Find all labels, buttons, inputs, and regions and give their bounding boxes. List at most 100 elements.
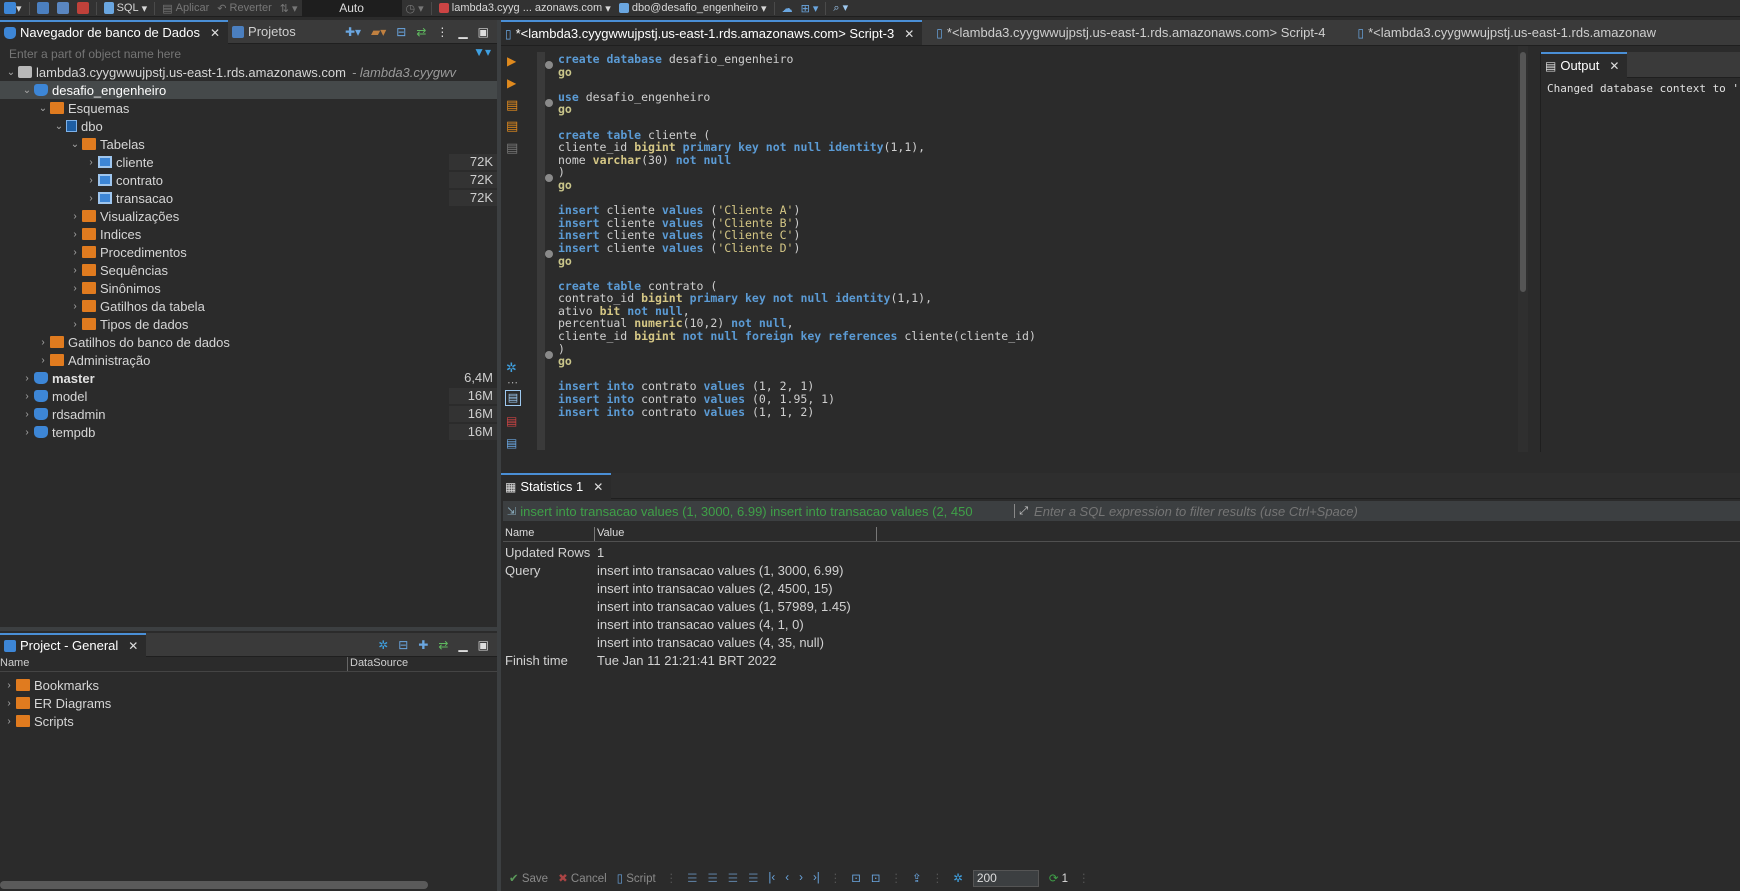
revert-button[interactable]: ↶ Reverter: [213, 0, 275, 16]
chevron-right-icon[interactable]: ›: [68, 229, 82, 240]
column-value-header[interactable]: Value: [595, 527, 877, 541]
tab-project-general[interactable]: Project - General ✕: [0, 632, 147, 657]
execute-new-tab-icon[interactable]: ▤: [506, 97, 518, 113]
close-icon[interactable]: ✕: [1609, 59, 1619, 73]
chevron-right-icon[interactable]: ›: [68, 247, 82, 258]
tree-node-gatilhos-banco[interactable]: › Gatilhos do banco de dados: [36, 333, 230, 351]
tree-node-desafio-engenheiro[interactable]: ⌄ desafio_engenheiro: [0, 81, 497, 99]
tree-node-esquemas[interactable]: ⌄ Esquemas: [36, 99, 130, 117]
connect-icon[interactable]: [33, 0, 53, 16]
configure-icon[interactable]: ✲: [378, 638, 388, 652]
problems-icon[interactable]: ▤: [506, 414, 517, 428]
maximize-icon[interactable]: ▣: [478, 638, 489, 652]
chevron-down-icon[interactable]: ⌄: [4, 67, 18, 78]
tree-node-cliente[interactable]: › cliente 72K: [84, 153, 497, 171]
tree-node-model[interactable]: › model 16M: [20, 387, 497, 405]
fetch-settings-icon[interactable]: ✲: [953, 871, 963, 885]
tree-node-sinonimos[interactable]: › Sinônimos: [68, 279, 160, 297]
column-datasource-header[interactable]: DataSource: [348, 657, 408, 671]
output-toggle-icon[interactable]: ▤: [505, 390, 521, 406]
tab-projects[interactable]: Projetos: [228, 20, 304, 44]
invalidate-icon[interactable]: [73, 0, 93, 16]
tab-database-navigator[interactable]: Navegador de banco de Dados ✕: [0, 19, 229, 44]
link-editor-icon[interactable]: ⇄: [438, 638, 448, 652]
expand-filter-icon[interactable]: ⤢: [1019, 505, 1028, 518]
horizontal-scrollbar[interactable]: [0, 881, 428, 889]
object-filter-input[interactable]: [0, 44, 470, 63]
chevron-right-icon[interactable]: ›: [68, 319, 82, 330]
maximize-icon[interactable]: ▣: [478, 25, 489, 39]
link-editor-icon[interactable]: ⇄: [416, 25, 426, 39]
minimize-icon[interactable]: ▁: [458, 638, 467, 652]
column-name-header[interactable]: Name: [0, 657, 348, 671]
collapse-all-icon[interactable]: ⊟: [398, 638, 408, 652]
tab-script-3[interactable]: ▯ *<lambda3.cyygwwujpstj.us-east-1.rds.a…: [501, 20, 923, 45]
sql-filter-icon[interactable]: ⇲: [507, 505, 516, 518]
last-page-icon[interactable]: ›|: [813, 872, 820, 884]
more-icon[interactable]: ⋯: [507, 376, 518, 389]
tab-script-4[interactable]: ▯ *<lambda3.cyygwwujpstj.us-east-1.rds.a…: [922, 20, 1333, 45]
tree-node-administracao[interactable]: › Administração: [36, 351, 150, 369]
disconnect-icon[interactable]: [53, 0, 73, 16]
tree-node-tempdb[interactable]: › tempdb 16M: [20, 423, 497, 441]
search-icon[interactable]: ⌕ ▾: [829, 0, 852, 16]
tree-node-gatilhos-tabela[interactable]: › Gatilhos da tabela: [68, 297, 204, 315]
project-item-bookmarks[interactable]: › Bookmarks: [2, 676, 99, 694]
fold-marker-icon[interactable]: [545, 174, 553, 182]
copy-row-icon[interactable]: ☰: [728, 871, 738, 885]
script-button[interactable]: ▯ Script: [617, 871, 656, 885]
filter-history-query[interactable]: insert into transacao values (1, 3000, 6…: [520, 504, 1010, 519]
chevron-down-icon[interactable]: ⌄: [36, 103, 50, 114]
close-icon[interactable]: ✕: [128, 639, 138, 653]
fetch-size-input[interactable]: [972, 869, 1039, 887]
delete-row-icon[interactable]: ☰: [748, 871, 758, 885]
tree-node-tipos-dados[interactable]: › Tipos de dados: [68, 315, 188, 333]
chevron-right-icon[interactable]: ›: [2, 716, 16, 727]
close-icon[interactable]: ✕: [593, 480, 603, 494]
active-schema-select[interactable]: dbo@desafio_engenheiro ▾: [615, 0, 771, 16]
tree-node-sequencias[interactable]: › Sequências: [68, 261, 168, 279]
settings-icon[interactable]: ✲: [506, 360, 517, 376]
chevron-right-icon[interactable]: ›: [68, 301, 82, 312]
close-icon[interactable]: ✕: [904, 27, 914, 41]
network-icon[interactable]: ⊞ ▾: [797, 0, 823, 16]
new-folder-icon[interactable]: ▰▾: [371, 25, 386, 39]
next-page-icon[interactable]: ›: [799, 872, 803, 884]
collapse-all-icon[interactable]: ⊟: [396, 25, 406, 39]
chevron-right-icon[interactable]: ›: [84, 157, 98, 168]
chevron-right-icon[interactable]: ›: [68, 211, 82, 222]
chevron-right-icon[interactable]: ›: [20, 391, 34, 402]
chevron-right-icon[interactable]: ›: [84, 175, 98, 186]
fold-marker-icon[interactable]: [545, 250, 553, 258]
tree-node-master[interactable]: › master 6,4M: [20, 369, 497, 387]
load-plan-icon[interactable]: ▤: [506, 140, 518, 156]
fold-marker-icon[interactable]: [545, 61, 553, 69]
fold-marker-icon[interactable]: [545, 351, 553, 359]
minimize-icon[interactable]: ▁: [458, 25, 467, 39]
fold-marker-icon[interactable]: [545, 99, 553, 107]
panels-icon[interactable]: ⊡: [871, 871, 881, 885]
sql-editor-button[interactable]: SQL ▾: [100, 0, 152, 16]
log-icon[interactable]: ▤: [506, 436, 517, 450]
cancel-button[interactable]: ✖ Cancel: [558, 871, 607, 885]
execute-statement-icon[interactable]: ▶: [507, 54, 516, 68]
tree-node-procedimentos[interactable]: › Procedimentos: [68, 243, 186, 261]
previous-page-icon[interactable]: ‹: [785, 872, 789, 884]
tree-node-rdsadmin[interactable]: › rdsadmin 16M: [20, 405, 497, 423]
cloud-icon[interactable]: ☁: [778, 0, 797, 16]
chevron-down-icon[interactable]: ⌄: [68, 139, 82, 150]
first-page-icon[interactable]: |‹: [768, 872, 775, 884]
tree-connection[interactable]: ⌄ lambda3.cyygwwujpstj.us-east-1.rds.ama…: [4, 63, 494, 81]
edit-row-icon[interactable]: ☰: [687, 871, 697, 885]
chevron-right-icon[interactable]: ›: [84, 193, 98, 204]
filter-icon[interactable]: ▼▾: [473, 45, 491, 59]
tab-output[interactable]: ▤ Output ✕: [1541, 51, 1628, 78]
tree-node-visualizacoes[interactable]: › Visualizações: [68, 207, 179, 225]
transaction-mode-icon[interactable]: ⇅ ▾: [276, 0, 302, 16]
view-menu-icon[interactable]: ⋮: [436, 25, 448, 39]
chevron-right-icon[interactable]: ›: [20, 373, 34, 384]
tree-node-indices[interactable]: › Indices: [68, 225, 141, 243]
tab-statistics-1[interactable]: ▦ Statistics 1 ✕: [501, 472, 612, 499]
chevron-right-icon[interactable]: ›: [20, 427, 34, 438]
project-item-scripts[interactable]: › Scripts: [2, 712, 73, 730]
